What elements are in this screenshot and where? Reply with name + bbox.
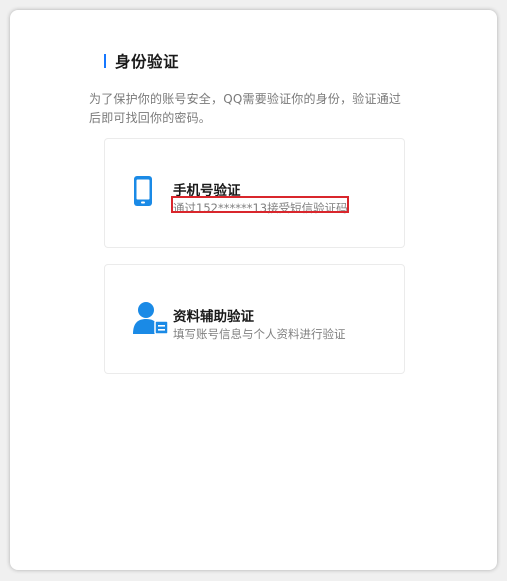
profile-verification-subtitle: 填写账号信息与个人资料进行验证	[173, 327, 346, 341]
verification-panel: 身份验证 为了保护你的账号安全，QQ需要验证你的身份，验证通过后即可找回你的密码…	[10, 10, 497, 570]
user-id-card-icon	[133, 301, 169, 339]
phone-verification-title: 手机号验证	[173, 183, 241, 199]
phone-verification-option[interactable]: 手机号验证 通过152******13接受短信验证码	[104, 138, 405, 248]
page-title: 身份验证	[115, 53, 180, 71]
page-header: 身份验证	[104, 52, 180, 71]
profile-verification-title: 资料辅助验证	[173, 309, 254, 325]
phone-verification-subtitle: 通过152******13接受短信验证码	[173, 201, 348, 215]
page-description: 为了保护你的账号安全，QQ需要验证你的身份，验证通过后即可找回你的密码。	[89, 92, 402, 125]
mobile-phone-icon	[133, 175, 153, 211]
profile-verification-option[interactable]: 资料辅助验证 填写账号信息与个人资料进行验证	[104, 264, 405, 374]
title-accent-bar	[104, 54, 106, 68]
